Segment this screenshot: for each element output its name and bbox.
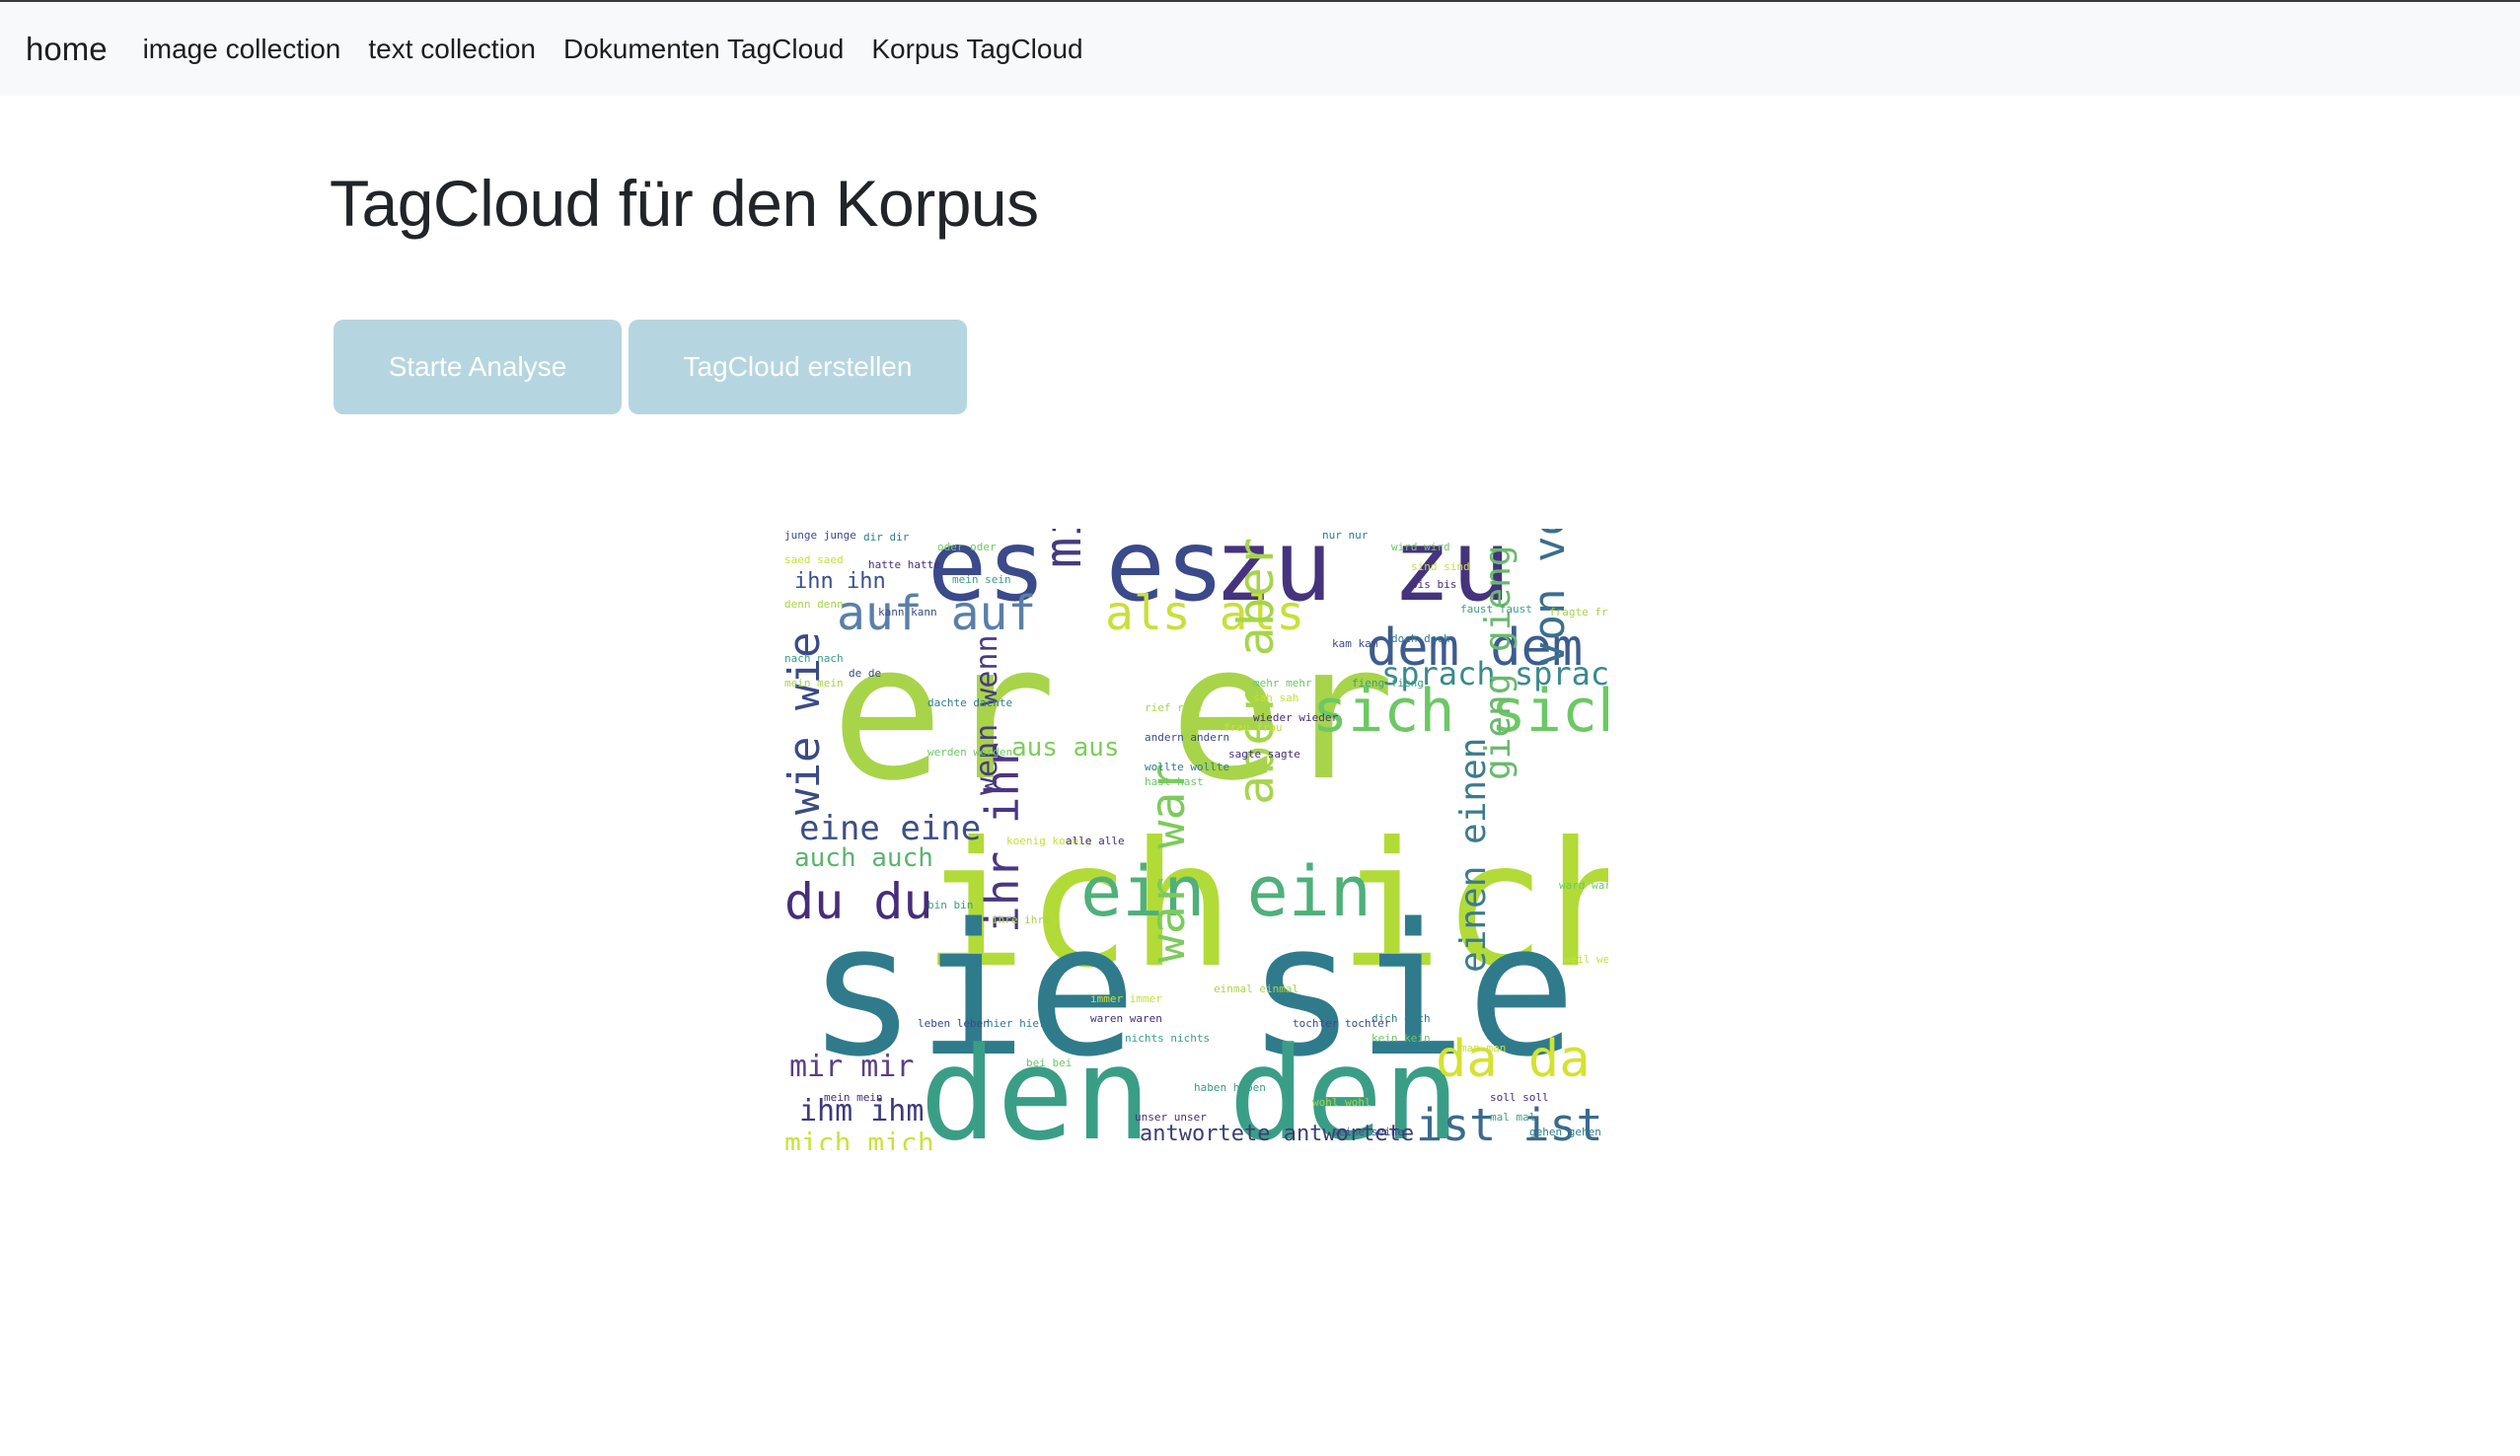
tagcloud-word-small: wollte wollte	[1145, 761, 1229, 773]
tagcloud-word-small: doch doch	[1391, 632, 1450, 645]
tagcloud-word-small: mein mein	[824, 1091, 883, 1104]
tagcloud-word: da da	[1436, 1030, 1591, 1089]
tagcloud-word-small: wird wird	[1391, 541, 1450, 553]
tagcloud-word-small: rief rief	[1145, 701, 1204, 714]
tagcloud-word-small: hast hast	[1145, 775, 1204, 788]
tagcloud-word-small: oder oder	[937, 541, 997, 553]
tagcloud-word-small: nur nur	[1322, 529, 1369, 542]
tagcloud-word: mich mich	[784, 1127, 934, 1150]
tagcloud-word-small: man man	[1460, 1042, 1506, 1055]
tagcloud-word-small: bis bis	[1411, 578, 1456, 591]
tagcloud-word-small: sagte sagte	[1228, 748, 1300, 761]
tagcloud-word: mir mir	[789, 1050, 914, 1084]
tagcloud-word-small: hier hier	[987, 1017, 1046, 1030]
tagcloud-word-small: leben leben	[918, 1017, 990, 1030]
tagcloud-word-small: gehen gehen	[1529, 1126, 1601, 1138]
nav-corpus-tagcloud-link[interactable]: Korpus TagCloud	[857, 34, 1096, 65]
tagcloud-word: ein ein	[1080, 851, 1371, 932]
tagcloud-word-small: nach nach	[784, 652, 844, 665]
tagcloud-word-small: bei bei	[1026, 1056, 1072, 1069]
tagcloud-image: es es zu zu er er ich ich sie sie den den ein …	[779, 529, 1608, 1150]
create-tagcloud-button[interactable]: TagCloud erstellen	[629, 320, 967, 414]
nav-text-collection-link[interactable]: text collection	[354, 34, 550, 65]
tagcloud-word-small: kam kam	[1332, 637, 1378, 650]
tagcloud-word-small: junge junge	[784, 529, 856, 542]
tagcloud-word: du du	[784, 873, 933, 930]
start-analysis-button[interactable]: Starte Analyse	[334, 320, 622, 414]
tagcloud-word-small: andern andern	[1145, 731, 1229, 744]
tagcloud-word-small: sind sind	[1411, 560, 1470, 573]
tagcloud-word-small: seine seine	[1332, 1126, 1404, 1138]
tagcloud-word-small: fragte fragte	[1549, 606, 1608, 619]
tagcloud-word-small: saed saed	[784, 553, 844, 566]
tagcloud-canvas: es eszu zuer erich ichsie sieden denein …	[779, 529, 1608, 1150]
tagcloud-word-small: hatte hatte	[868, 558, 940, 571]
tagcloud-word-small: unser unser	[1135, 1111, 1207, 1124]
tagcloud-word-small: einmal einmal	[1214, 983, 1298, 995]
nav-home-link[interactable]: home	[26, 31, 108, 68]
tagcloud-word-small: kein kein	[1371, 1032, 1431, 1045]
tagcloud-word-small: sah sah	[1253, 692, 1298, 704]
tagcloud-word-small: weil weil	[1564, 953, 1608, 966]
tagcloud-word-small: fieng fieng	[1352, 677, 1424, 690]
tagcloud-word-small: waren waren	[1090, 1012, 1162, 1025]
tagcloud-word-small: mehr mehr	[1253, 677, 1312, 690]
tagcloud-word-small: soll soll	[1490, 1091, 1549, 1104]
tagcloud-word-small: denn denn	[784, 598, 844, 611]
tagcloud-word: von von	[1524, 529, 1575, 667]
tagcloud-word-small: alle alle	[1066, 835, 1125, 847]
tagcloud-word-small: dich dich	[1371, 1012, 1431, 1025]
tagcloud-word-small: immer immer	[1090, 992, 1162, 1005]
tagcloud-word-small: frau frau	[1223, 721, 1283, 734]
tagcloud-word-small: haben haben	[1194, 1081, 1266, 1094]
tagcloud-word: auch auch	[794, 843, 933, 873]
tagcloud-word-small: werden werden	[927, 746, 1012, 759]
tagcloud-word-small: de de	[849, 667, 881, 680]
tagcloud-word: ist ist	[1416, 1099, 1603, 1150]
tagcloud-word-small: ward ward	[1559, 879, 1608, 892]
tagcloud-word-small: mein sein	[952, 573, 1011, 586]
tagcloud-word-small: kann kann	[878, 606, 937, 619]
tagcloud-word: einen einen	[1453, 738, 1494, 973]
tagcloud-word-small: mein mein	[784, 677, 844, 690]
tagcloud-word: mit mit	[1034, 529, 1093, 568]
tagcloud-word-small: nichts nichts	[1125, 1032, 1210, 1045]
nav-document-tagcloud-link[interactable]: Dokumenten TagCloud	[550, 34, 857, 65]
tagcloud-word-small: dachte dachte	[927, 696, 1012, 709]
tagcloud-word: aber aber	[1227, 538, 1285, 805]
tagcloud-word-small: mal mal	[1490, 1111, 1535, 1124]
tagcloud-word-small: wohl wohl	[1312, 1096, 1371, 1109]
tagcloud-word-small: ihre ihre	[992, 913, 1051, 926]
tagcloud-word-small: bin bin	[927, 899, 973, 911]
tagcloud-word: ihn ihn	[794, 569, 886, 594]
nav-image-collection-link[interactable]: image collection	[129, 34, 355, 65]
page-title: TagCloud für den Korpus	[330, 167, 1039, 240]
top-navbar: home image collection text collection Do…	[0, 0, 2520, 96]
tagcloud-word-small: faust faust	[1460, 603, 1532, 616]
tagcloud-word: war war	[1141, 764, 1196, 963]
tagcloud-word-small: dir dir	[863, 531, 910, 544]
